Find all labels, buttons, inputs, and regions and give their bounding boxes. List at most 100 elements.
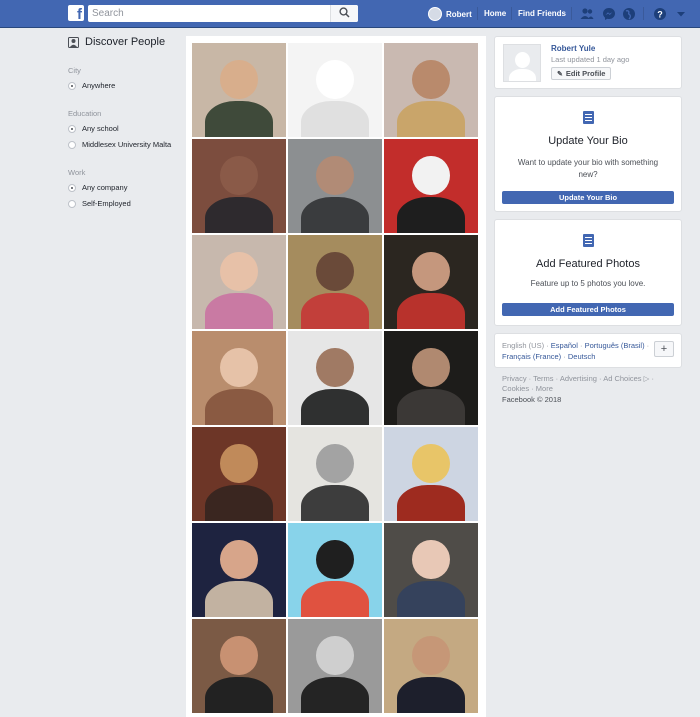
radio-button[interactable]	[68, 200, 76, 208]
radio-button[interactable]	[68, 141, 76, 149]
person-silhouette-body	[205, 101, 273, 137]
language-link[interactable]: Français (France)	[502, 352, 561, 361]
people-photo-grid	[192, 43, 478, 713]
language-link[interactable]: Português (Brasil)	[585, 341, 645, 350]
person-silhouette-head	[220, 443, 258, 484]
person-photo-tile[interactable]	[192, 139, 286, 233]
filter-label: Work	[68, 168, 86, 177]
person-silhouette-head	[220, 635, 258, 676]
featured-photos-card: Add Featured Photos Feature up to 5 phot…	[494, 219, 682, 326]
person-photo-tile[interactable]	[384, 139, 478, 233]
person-photo-tile[interactable]	[192, 331, 286, 425]
facebook-logo-icon[interactable]: f	[68, 5, 84, 23]
profile-name-link[interactable]: Robert Yule	[551, 44, 595, 53]
person-silhouette-head	[412, 635, 450, 676]
person-silhouette-head	[316, 443, 354, 484]
person-photo-tile[interactable]	[384, 619, 478, 713]
footer-link[interactable]: Ad Choices	[603, 374, 641, 383]
person-silhouette-head	[316, 635, 354, 676]
language-link[interactable]: Deutsch	[568, 352, 596, 361]
search-icon	[339, 7, 350, 18]
filter-option-label: Middlesex University Malta	[82, 140, 172, 149]
person-silhouette-body	[397, 293, 465, 329]
featured-photos-title: Add Featured Photos	[536, 258, 640, 270]
person-photo-tile[interactable]	[192, 43, 286, 137]
document-icon	[583, 111, 594, 124]
update-bio-text: Want to update your bio with something n…	[517, 158, 659, 179]
current-language: English (US)	[502, 341, 545, 350]
discover-people-heading: Discover People	[68, 36, 178, 48]
footer: Privacy · Terms · Advertising · Ad Choic…	[494, 374, 682, 405]
filter-option-label: Any company	[82, 183, 128, 192]
filter-option-label: Anywhere	[82, 81, 116, 90]
person-photo-tile[interactable]	[288, 427, 382, 521]
radio-button[interactable]	[68, 125, 76, 133]
person-silhouette-body	[301, 677, 369, 713]
language-link[interactable]: Español	[551, 341, 578, 350]
profile-picture[interactable]	[503, 44, 541, 82]
discover-people-sidebar: Discover People City Anywhere Education Any…	[68, 36, 178, 209]
person-photo-tile[interactable]	[192, 427, 286, 521]
person-photo-tile[interactable]	[384, 427, 478, 521]
radio-button[interactable]	[68, 184, 76, 192]
filter-option[interactable]: Middlesex University Malta	[68, 140, 178, 150]
update-bio-button[interactable]: Update Your Bio	[502, 191, 674, 204]
person-silhouette-head	[220, 155, 258, 196]
footer-link[interactable]: Advertising	[560, 374, 597, 383]
person-photo-tile[interactable]	[384, 235, 478, 329]
footer-link[interactable]: More	[536, 384, 553, 393]
footer-link[interactable]: Privacy	[502, 374, 527, 383]
person-photo-tile[interactable]	[384, 43, 478, 137]
filter-option[interactable]: Any company	[68, 183, 178, 193]
filter-option-label: Self-Employed	[82, 199, 131, 208]
person-silhouette-head	[220, 347, 258, 388]
language-selector-card: English (US) · Español · Português (Bras…	[494, 333, 682, 368]
person-photo-tile[interactable]	[288, 43, 382, 137]
person-photo-tile[interactable]	[288, 235, 382, 329]
person-photo-tile[interactable]	[192, 235, 286, 329]
filter-groups: City Anywhere Education Any school Middlesex…	[68, 66, 178, 209]
person-photo-tile[interactable]	[288, 331, 382, 425]
person-photo-tile[interactable]	[192, 523, 286, 617]
search-button[interactable]	[330, 5, 358, 22]
person-silhouette-head	[412, 347, 450, 388]
filter-option[interactable]: Anywhere	[68, 81, 178, 91]
nav-divider	[571, 7, 572, 20]
nav-divider	[511, 7, 512, 20]
help-icon[interactable]: ?	[653, 7, 667, 21]
person-silhouette-head	[316, 347, 354, 388]
add-language-button[interactable]: +	[654, 341, 674, 357]
nav-divider	[643, 7, 644, 20]
page-title: Discover People	[85, 36, 166, 48]
person-silhouette-body	[397, 389, 465, 425]
nav-profile-link[interactable]: Robert	[428, 6, 472, 22]
person-photo-tile[interactable]	[384, 331, 478, 425]
nav-find-friends-link[interactable]: Find Friends	[518, 9, 566, 18]
radio-button[interactable]	[68, 82, 76, 90]
person-photo-tile[interactable]	[288, 139, 382, 233]
messenger-icon[interactable]	[602, 7, 616, 21]
friend-requests-icon[interactable]	[580, 7, 594, 21]
account-menu-arrow-icon[interactable]	[676, 7, 686, 21]
filter-option[interactable]: Any school	[68, 124, 178, 134]
person-silhouette-body	[205, 197, 273, 233]
person-photo-tile[interactable]	[384, 523, 478, 617]
person-silhouette-head	[412, 59, 450, 100]
profile-card: Robert Yule Last updated 1 day ago ✎ Edi…	[494, 36, 682, 89]
search-input[interactable]	[88, 5, 328, 22]
nav-home-link[interactable]: Home	[484, 9, 506, 18]
person-silhouette-head	[220, 539, 258, 580]
footer-link[interactable]: Terms	[533, 374, 553, 383]
edit-profile-button[interactable]: ✎ Edit Profile	[551, 67, 612, 80]
add-featured-photos-button[interactable]: Add Featured Photos	[502, 303, 674, 316]
person-silhouette-head	[316, 155, 354, 196]
copyright-text: Facebook © 2018	[502, 395, 562, 404]
footer-link[interactable]: Cookies	[502, 384, 529, 393]
filter-option[interactable]: Self-Employed	[68, 199, 178, 209]
person-silhouette-head	[316, 251, 354, 292]
notifications-globe-icon[interactable]	[622, 7, 636, 21]
person-photo-tile[interactable]	[192, 619, 286, 713]
person-photo-tile[interactable]	[288, 523, 382, 617]
person-photo-tile[interactable]	[288, 619, 382, 713]
person-silhouette-body	[397, 485, 465, 521]
